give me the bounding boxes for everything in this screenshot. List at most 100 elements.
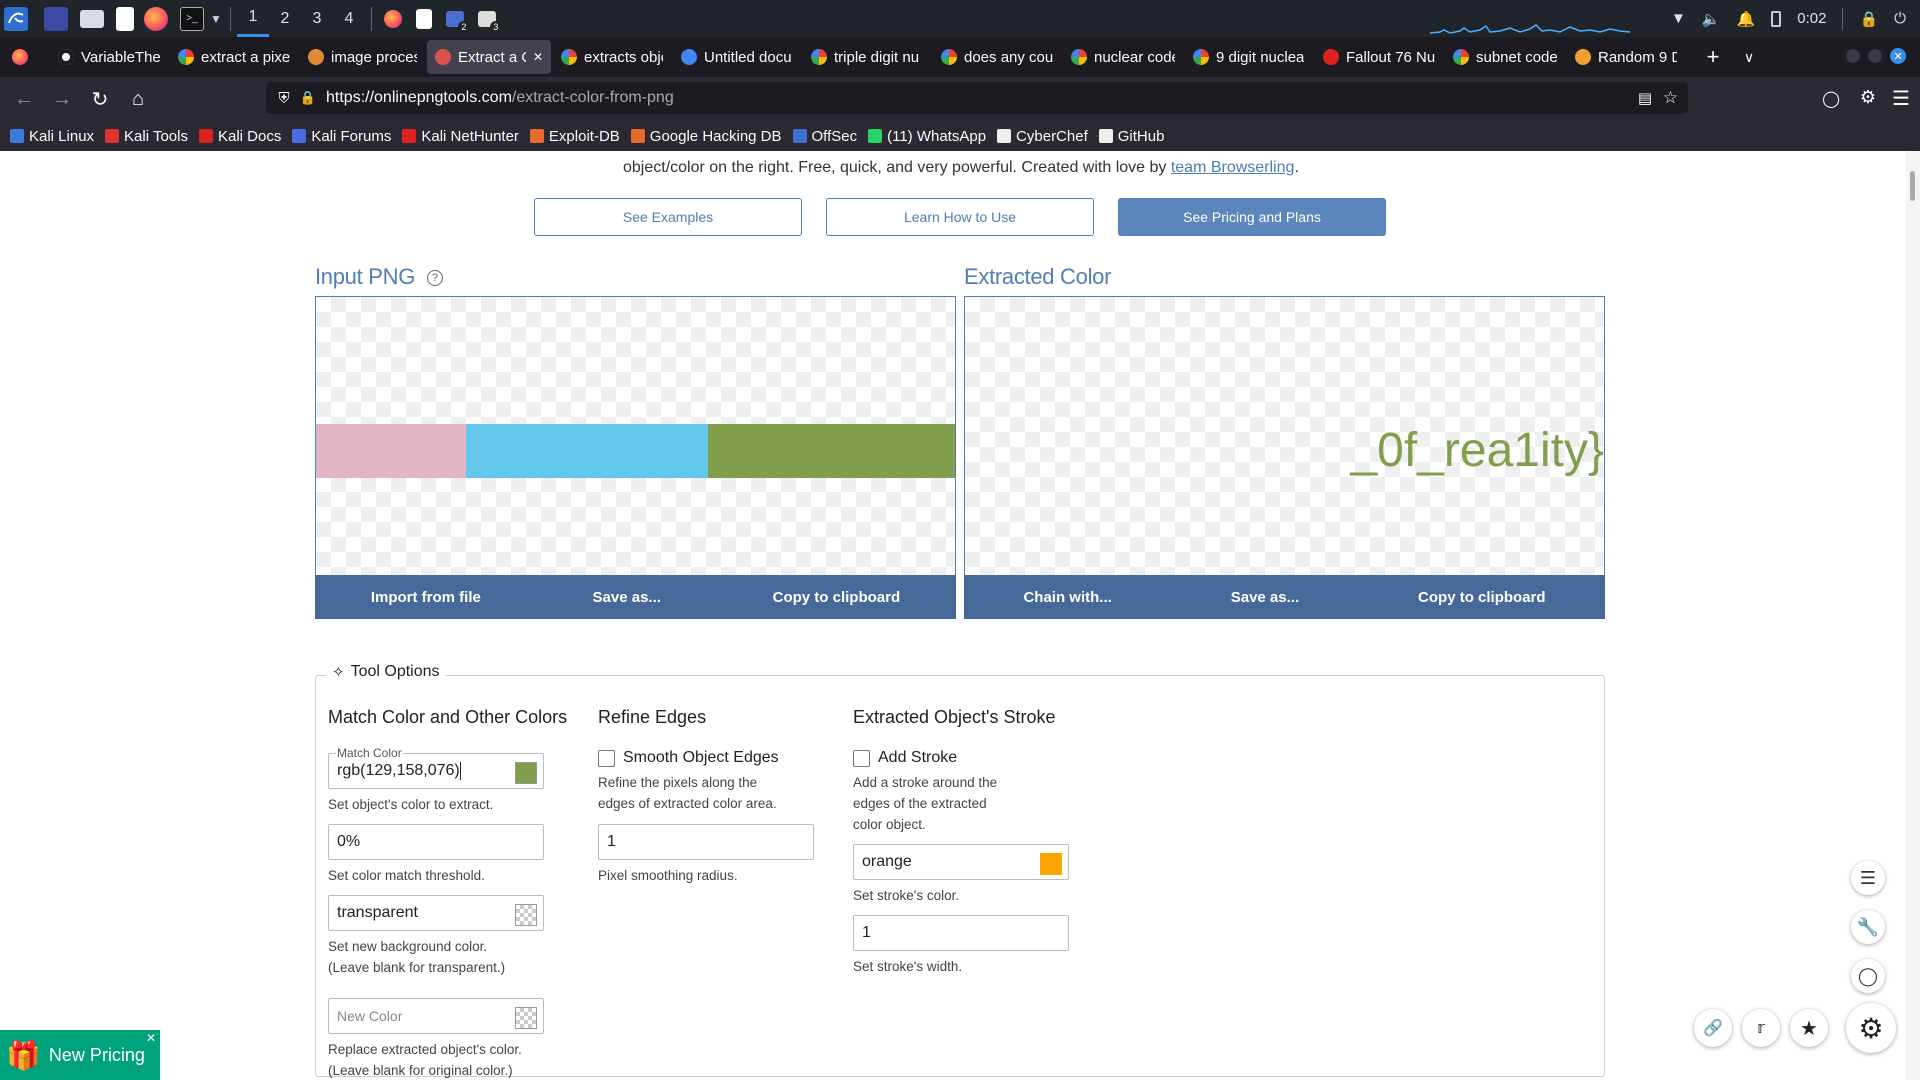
power-icon[interactable]: ⏻ [1894,10,1906,27]
bookmark-1[interactable]: Kali Linux [10,128,94,145]
chevron-down-icon[interactable]: ▼ [210,12,222,26]
workspace-1[interactable]: 1 [236,0,269,37]
chain-with-button[interactable]: Chain with... [1023,589,1111,606]
wifi-icon[interactable]: ▼ [1671,10,1686,27]
input-save-as-button[interactable]: Save as... [593,589,661,606]
tab-1[interactable]: VariableThe/ [50,40,168,74]
window-maximize-button[interactable] [1868,49,1882,63]
bookmark-6[interactable]: Exploit-DB [529,128,620,145]
tab-10[interactable]: 9 digit nuclea [1185,40,1313,74]
bookmark-10[interactable]: CyberChef [997,128,1088,145]
workspace-2[interactable]: 2 [269,0,301,37]
help-icon[interactable]: ? [426,270,443,287]
forward-arrow-icon[interactable]: → [44,81,80,117]
tab-8[interactable]: does any cou [933,40,1061,74]
tab-2[interactable]: extract a pixe [170,40,298,74]
firefox-view-icon[interactable] [0,40,40,74]
url-text[interactable]: https://onlinepngtools.com/extract-color… [326,89,674,107]
new-color-swatch[interactable] [515,1007,537,1029]
back-arrow-icon[interactable]: ← [6,81,42,117]
tab-7[interactable]: triple digit nu [803,40,931,74]
clock[interactable]: 0:02 [1797,10,1826,27]
tab-list-icon[interactable]: ∨ [1731,40,1767,74]
tab-6[interactable]: Untitled docu [673,40,801,74]
tab-11[interactable]: Fallout 76 Nu [1315,40,1443,74]
smooth-edges-checkbox-box[interactable] [598,749,615,767]
link-icon[interactable]: 🔗 [1694,1009,1732,1047]
wrench-icon[interactable]: 🔧 [1851,910,1885,944]
tab-9[interactable]: nuclear code [1063,40,1183,74]
stroke-width-input[interactable]: 1 [853,915,1069,951]
bookmark-9[interactable]: (11) WhatsApp [868,128,986,145]
close-tab-icon[interactable]: ✕ [533,50,543,64]
smoothing-radius-input[interactable]: 1 [598,824,814,860]
see-pricing-button[interactable]: See Pricing and Plans [1118,198,1386,236]
lightbulb-icon[interactable]: ◯ [1851,959,1885,993]
tab-5[interactable]: extracts obje [553,40,671,74]
workspace-3[interactable]: 3 [301,0,333,37]
pocket-icon[interactable]: ◯ [1822,89,1840,109]
bookmark-3[interactable]: Kali Docs [198,128,281,145]
tab-4[interactable]: Extract a C ✕ [427,40,551,74]
stroke-color-input[interactable]: orange [853,844,1069,880]
input-png-panel[interactable]: Import from file Save as... Copy to clip… [315,296,956,619]
close-icon[interactable]: ✕ [146,1031,156,1045]
bookmark-8[interactable]: OffSec [792,128,857,145]
bookmark-2[interactable]: Kali Tools [105,128,188,145]
hamburger-menu-icon[interactable]: ☰ [1892,86,1910,111]
twitter-icon[interactable]: 𝕣 [1742,1009,1780,1047]
output-copy-to-clipboard-button[interactable]: Copy to clipboard [1418,589,1546,606]
see-examples-button[interactable]: See Examples [534,198,802,236]
lock-icon[interactable]: 🔒 [1859,10,1878,28]
bell-icon[interactable]: 🔔 [1737,10,1756,28]
firefox-window-icon[interactable] [383,9,402,28]
output-image-canvas[interactable]: _0f_rea1ity} [965,297,1604,604]
new-pricing-banner[interactable]: 🎁 New Pricing ✕ [0,1030,160,1080]
desktop-icon[interactable] [44,6,68,31]
reload-icon[interactable]: ↻ [82,81,118,117]
smooth-edges-checkbox[interactable]: Smooth Object Edges [598,749,779,767]
star-icon[interactable]: ★ [1790,1009,1828,1047]
volume-icon[interactable]: 🔈 [1702,10,1721,28]
tab-3[interactable]: image proces [300,40,425,74]
window-group-icon-2[interactable]: 3 [477,10,502,33]
window-close-button[interactable]: ✕ [1890,48,1906,64]
firefox-icon[interactable] [144,6,168,31]
file-manager-icon[interactable] [80,9,104,28]
tool-list-icon[interactable]: ☰ [1851,861,1885,895]
document-window-icon[interactable] [415,8,432,29]
text-editor-icon[interactable] [116,6,134,31]
team-browserling-link[interactable]: team Browserling [1171,159,1295,176]
bookmark-4[interactable]: Kali Forums [292,128,391,145]
bookmark-7[interactable]: Google Hacking DB [630,128,782,145]
terminal-icon[interactable]: >_ [180,6,204,31]
reader-view-icon[interactable]: ▤ [1638,89,1652,107]
new-color-input[interactable]: New Color [328,998,544,1034]
window-minimize-button[interactable] [1846,49,1860,63]
new-tab-icon[interactable]: + [1695,40,1731,74]
settings-gear-icon[interactable]: ⚙ [1846,1003,1896,1053]
stroke-color-swatch[interactable] [1040,853,1062,875]
tab-12[interactable]: subnet code [1445,40,1565,74]
match-color-input[interactable]: Match Color rgb(129,158,076) [328,746,544,789]
tracking-protection-shield-icon[interactable]: ⛨ [270,90,298,107]
transparent-swatch[interactable] [515,904,537,926]
padlock-icon[interactable]: 🔒 [298,90,318,106]
match-color-swatch[interactable] [515,762,537,784]
threshold-input[interactable]: 0% [328,824,544,860]
scrollbar-thumb[interactable] [1910,171,1915,201]
add-stroke-checkbox[interactable]: Add Stroke [853,749,957,767]
url-bar[interactable]: ⛨ 🔒 https://onlinepngtools.com/extract-c… [266,82,1688,114]
bookmark-star-icon[interactable]: ☆ [1663,88,1678,108]
window-group-icon[interactable]: 2 [445,10,470,33]
battery-icon[interactable] [1771,10,1782,27]
tab-13[interactable]: Random 9 Di [1567,40,1685,74]
page-scrollbar[interactable] [1906,151,1920,1080]
input-copy-to-clipboard-button[interactable]: Copy to clipboard [773,589,901,606]
bookmark-11[interactable]: GitHub [1098,128,1164,145]
input-image-canvas[interactable] [316,297,955,604]
workspace-4[interactable]: 4 [333,0,365,37]
add-stroke-checkbox-box[interactable] [853,749,870,767]
output-save-as-button[interactable]: Save as... [1231,589,1299,606]
extracted-color-panel[interactable]: _0f_rea1ity} Chain with... Save as... Co… [964,296,1605,619]
